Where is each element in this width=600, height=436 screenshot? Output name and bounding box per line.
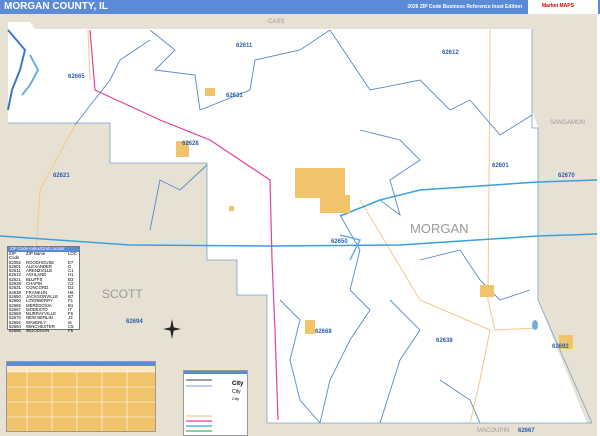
zip-label: 62692	[552, 344, 569, 350]
zip-label: 62621	[53, 173, 70, 179]
edition-label: 2026 ZIP Code Business Reference Inset E…	[407, 4, 522, 10]
zip-label: 62694	[126, 319, 143, 325]
zip-label: 62668	[315, 329, 332, 335]
zip-label: 62611	[236, 43, 253, 49]
county-label-scott: SCOTT	[102, 287, 143, 301]
county-label-cass: CASS	[268, 19, 284, 25]
county-label-morgan: MORGAN	[410, 221, 469, 236]
legend-city-label: City	[232, 396, 239, 401]
zip-label: 62670	[558, 173, 575, 179]
jacksonville-city	[295, 168, 345, 198]
zip-label: 62631	[226, 93, 243, 99]
legend-city-label: City	[232, 389, 241, 395]
zip-label: 62650	[331, 239, 348, 245]
market-maps-logo: Market MAPS	[528, 0, 598, 14]
compass-rose-icon	[162, 318, 182, 345]
map-legend: City City City	[183, 370, 248, 436]
zip-index-cell: 62695	[9, 328, 21, 334]
jacksonville-inset-map[interactable]	[6, 361, 156, 432]
county-label-macoupin: MACOUPIN	[477, 428, 509, 434]
zip-label: 62601	[492, 163, 509, 169]
zip-label: 62612	[442, 50, 459, 56]
zip-index-cell: WOODSON	[26, 328, 50, 334]
zip-index-row: 62695 WOODSON F5	[8, 328, 79, 334]
zip-label: 62665	[68, 74, 85, 80]
zip-index-cell: F5	[68, 328, 74, 334]
zip-index-table: ZIP Code Index/Grid Locator ZIP Code ZIP…	[7, 246, 80, 334]
zip-label: 62667	[518, 428, 535, 434]
county-label-sangamon: SANGAMON	[550, 120, 585, 126]
macoupin-county	[267, 423, 597, 436]
zip-label: 62638	[436, 338, 453, 344]
map-title: MORGAN COUNTY, IL	[4, 1, 108, 12]
zip-label: 62628	[182, 141, 199, 147]
header-bar: MORGAN COUNTY, IL 2026 ZIP Code Business…	[0, 0, 600, 14]
cass-county	[0, 14, 532, 29]
legend-city-label: City	[232, 381, 244, 387]
